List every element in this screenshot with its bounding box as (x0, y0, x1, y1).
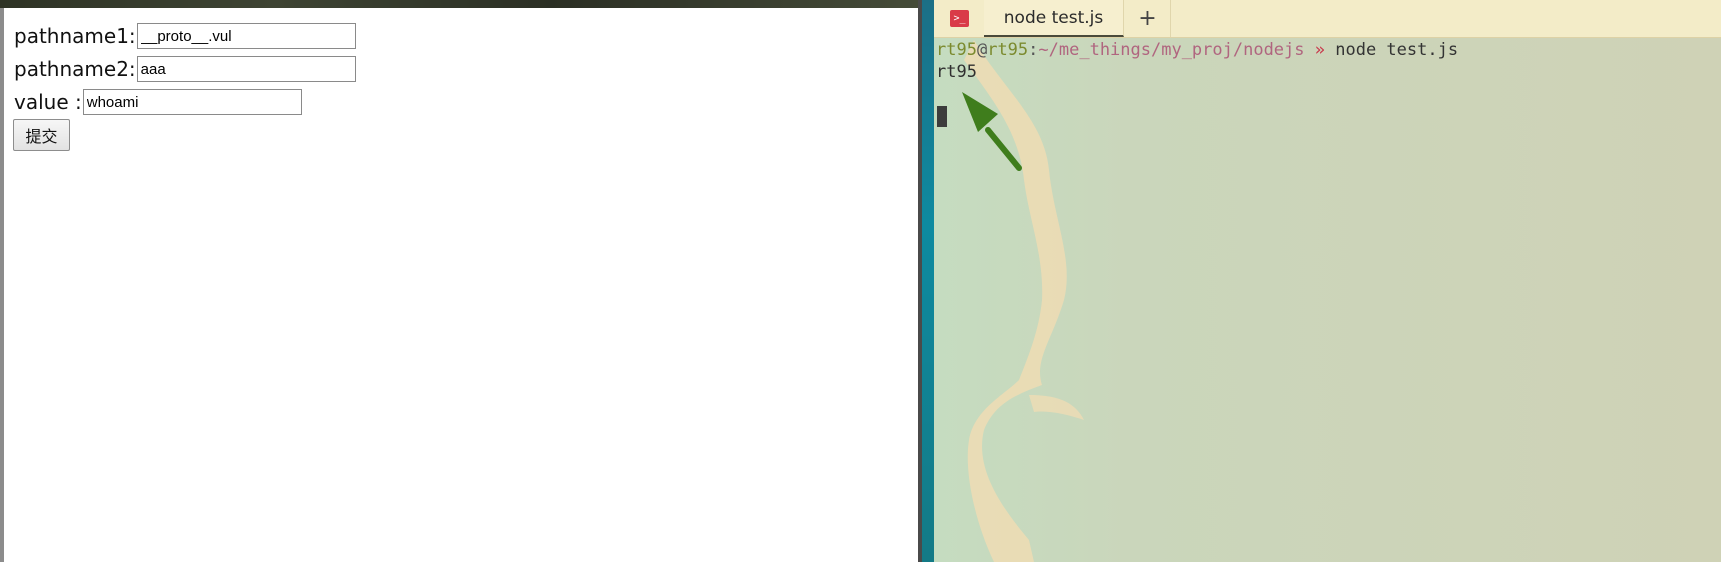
prompt-separator: : (1028, 40, 1039, 60)
tab-node-test[interactable]: node test.js (984, 0, 1124, 37)
submit-button[interactable]: 提交 (13, 119, 70, 151)
prompt-arrow: » (1304, 40, 1336, 60)
browser-window: pathname1: pathname2: value : 提交 (0, 0, 918, 562)
pathname1-label: pathname1: (14, 24, 136, 48)
terminal-cursor (937, 106, 947, 127)
terminal-window: >_ node test.js + rt95@rt95:~/me_things/… (922, 0, 1721, 562)
terminal-tab-bar: >_ node test.js + (934, 0, 1721, 38)
value-label: value : (14, 90, 82, 114)
prompt-user: rt95 (936, 40, 977, 60)
pathname1-row: pathname1: (14, 23, 356, 49)
pathname2-input[interactable] (136, 56, 356, 82)
new-tab-button[interactable]: + (1125, 0, 1171, 37)
pathname1-input[interactable] (136, 23, 356, 49)
terminal-side-strip (922, 0, 934, 562)
terminal-output[interactable]: rt95@rt95:~/me_things/my_proj/nodejs » n… (936, 39, 1458, 83)
value-row: value : (14, 89, 302, 115)
terminal-background-art (934, 0, 1721, 562)
prompt-command: node test.js (1335, 40, 1459, 60)
pathname2-label: pathname2: (14, 57, 136, 81)
browser-top-edge (0, 0, 918, 8)
prompt-path: ~/me_things/my_proj/nodejs (1038, 40, 1305, 60)
pathname2-row: pathname2: (14, 56, 356, 82)
browser-left-border (0, 8, 4, 562)
command-output: rt95 (936, 62, 977, 82)
tab-label: node test.js (1003, 7, 1104, 28)
prompt-host: rt95 (987, 40, 1029, 60)
terminal-app-icon[interactable]: >_ (950, 10, 969, 27)
prompt-at: @ (976, 40, 988, 60)
value-input[interactable] (82, 89, 302, 115)
